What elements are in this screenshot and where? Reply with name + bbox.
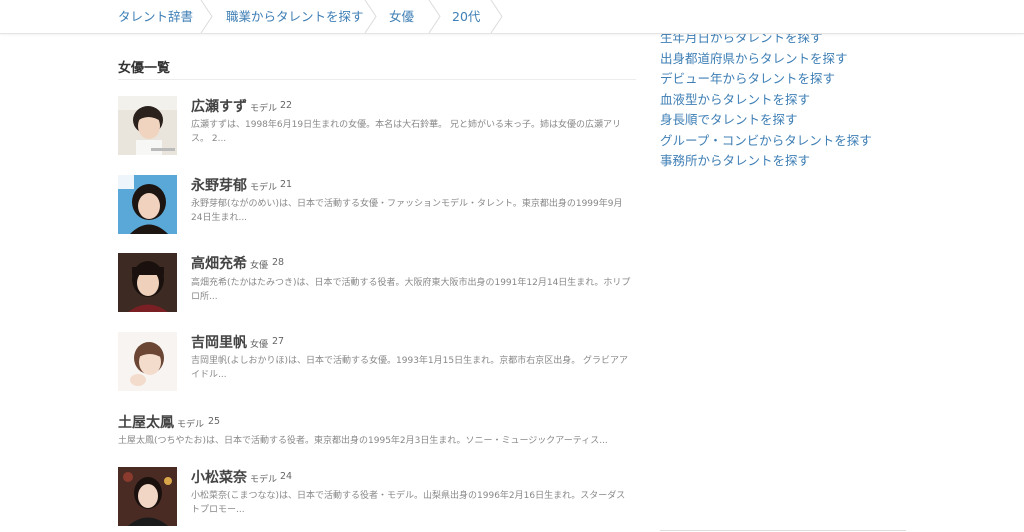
talent-age: 22 — [280, 100, 293, 111]
talent-profession: モデル — [250, 475, 278, 485]
talent-age: 28 — [272, 257, 285, 268]
talent-description: 吉岡里帆(よしおかりほ)は、日本で活動する女優。1993年1月15日生まれ。京都… — [191, 356, 629, 380]
talent-age: 21 — [280, 179, 293, 190]
breadcrumb-separator — [200, 0, 214, 33]
sidebar-link-blood-type[interactable]: 血液型からタレントを探す — [660, 89, 810, 108]
sidebar-link-prefecture[interactable]: 出身都道府県からタレントを探す — [660, 48, 848, 67]
breadcrumb-20s[interactable]: 20代 — [452, 0, 480, 33]
sidebar-link-height[interactable]: 身長順でタレントを探す — [660, 109, 798, 128]
talent-profession: 女優 — [250, 340, 269, 350]
talent-name[interactable]: 土屋太鳳 — [118, 412, 174, 432]
breadcrumb-talent-dictionary[interactable]: タレント辞書 — [118, 0, 193, 33]
sidebar-divider — [660, 530, 906, 531]
talent-description: 高畑充希(たかはたみつき)は、日本で活動する役者。大阪府東大阪市出身の1991年… — [191, 278, 631, 302]
breadcrumb-search-by-profession[interactable]: 職業からタレントを探す — [226, 0, 364, 33]
breadcrumb: タレント辞書 職業からタレントを探す 女優 20代 — [0, 0, 1024, 34]
talent-photo[interactable] — [118, 96, 177, 155]
breadcrumb-separator — [364, 0, 378, 33]
talent-name[interactable]: 永野芽郁 — [191, 175, 247, 195]
talent-name[interactable]: 高畑充希 — [191, 253, 247, 273]
talent-photo[interactable] — [118, 175, 177, 234]
talent-photo[interactable] — [118, 253, 177, 312]
sidebar-link-group-combo[interactable]: グループ・コンビからタレントを探す — [660, 130, 872, 149]
breadcrumb-separator — [428, 0, 442, 33]
talent-profession: モデル — [250, 183, 278, 193]
breadcrumb-actress[interactable]: 女優 — [389, 0, 414, 33]
talent-profession: モデル — [250, 104, 278, 114]
talent-description: 小松菜奈(こまつなな)は、日本で活動する役者・モデル。山梨県出身の1996年2月… — [191, 491, 626, 515]
talent-photo[interactable] — [118, 332, 177, 391]
talent-profession: 女優 — [250, 261, 269, 271]
talent-name[interactable]: 広瀬すず — [191, 96, 247, 116]
talent-description: 広瀬すずは、1998年6月19日生まれの女優。本名は大石鈴華。 兄と姉がいる末っ… — [191, 120, 621, 144]
talent-name[interactable]: 吉岡里帆 — [191, 332, 247, 352]
section-divider — [118, 79, 636, 80]
breadcrumb-separator — [490, 0, 504, 33]
talent-photo[interactable] — [118, 467, 177, 526]
talent-age: 27 — [272, 336, 285, 347]
sidebar-link-debut-year[interactable]: デビュー年からタレントを探す — [660, 68, 835, 87]
talent-name[interactable]: 小松菜奈 — [191, 467, 247, 487]
talent-description: 永野芽郁(ながのめい)は、日本で活動する女優・ファッションモデル・タレント。東京… — [191, 199, 623, 223]
section-title: 女優一覧 — [118, 61, 171, 76]
talent-profession: モデル — [177, 420, 205, 430]
sidebar-link-agency[interactable]: 事務所からタレントを探す — [660, 150, 810, 169]
talent-description: 土屋太鳳(つちやたお)は、日本で活動する役者。東京都出身の1995年2月3日生ま… — [118, 436, 608, 446]
talent-age: 24 — [280, 471, 293, 482]
talent-age: 25 — [208, 416, 221, 427]
